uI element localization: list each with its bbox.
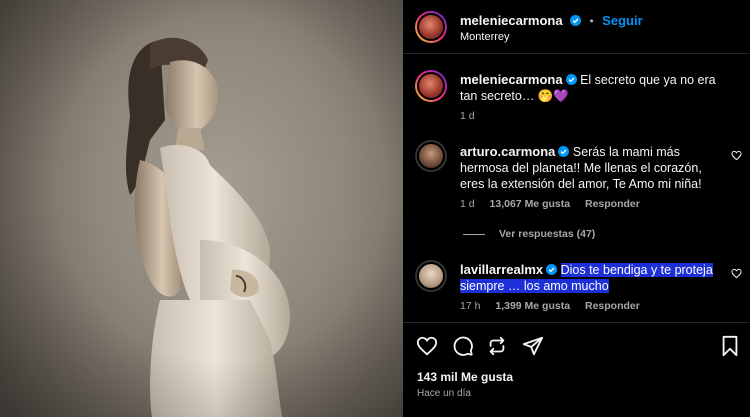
pregnant-woman-photo: [0, 0, 403, 417]
caption-meta: 1 d: [460, 110, 487, 122]
verified-icon: [565, 74, 577, 85]
view-replies-label: Ver respuestas (47): [499, 228, 596, 240]
reply-button[interactable]: Responder: [585, 300, 640, 312]
comment-like-heart-icon[interactable]: [731, 150, 742, 161]
comment-username[interactable]: arturo.carmona: [460, 144, 555, 159]
comment-time[interactable]: 17 h: [460, 300, 480, 312]
comment-likes[interactable]: 13,067 Me gusta: [490, 198, 571, 210]
caption-time[interactable]: 1 d: [460, 110, 475, 122]
share-icon[interactable]: [486, 335, 508, 357]
verified-icon: [558, 146, 570, 157]
post-side-panel: meleniecarmona • Seguir Monterrey meleni…: [403, 0, 750, 417]
verified-icon: [570, 15, 582, 26]
comment-body: arturo.carmona Serás la mami más hermosa…: [460, 144, 725, 192]
comment-like-heart-icon[interactable]: [731, 268, 742, 279]
caption-avatar[interactable]: [415, 70, 447, 102]
action-bar: [403, 322, 750, 368]
comment-likes[interactable]: 1,399 Me gusta: [495, 300, 570, 312]
reply-button[interactable]: Responder: [585, 198, 640, 210]
header-line: meleniecarmona • Seguir: [460, 12, 643, 30]
caption-body: meleniecarmona El secreto que ya no era …: [460, 72, 725, 104]
comment-icon[interactable]: [452, 335, 474, 357]
comment-meta: 17 h 1,399 Me gusta Responder: [460, 300, 652, 312]
author-username[interactable]: meleniecarmona: [460, 13, 563, 28]
caption-username[interactable]: meleniecarmona: [460, 72, 563, 87]
heart-icon[interactable]: [416, 335, 438, 357]
author-avatar[interactable]: [415, 11, 447, 43]
comment-meta: 1 d 13,067 Me gusta Responder: [460, 198, 652, 210]
comment-username[interactable]: lavillarrealmx: [460, 262, 543, 277]
post-header: meleniecarmona • Seguir Monterrey: [403, 0, 750, 54]
post-photo[interactable]: [0, 0, 403, 417]
post-time-ago[interactable]: Hace un día: [417, 388, 471, 399]
replies-divider: [463, 233, 485, 235]
post-location[interactable]: Monterrey: [460, 31, 510, 43]
follow-button[interactable]: Seguir: [602, 13, 642, 28]
send-icon[interactable]: [522, 335, 544, 357]
view-replies-button[interactable]: Ver respuestas (47): [463, 228, 595, 240]
verified-icon: [546, 264, 558, 275]
comment-body: lavillarrealmx Dios te bendiga y te prot…: [460, 262, 725, 294]
commenter-avatar[interactable]: [415, 260, 447, 292]
post-likes-count[interactable]: 143 mil Me gusta: [417, 370, 513, 384]
comment-time[interactable]: 1 d: [460, 198, 475, 210]
separator-dot: •: [589, 14, 594, 28]
bookmark-icon[interactable]: [719, 335, 741, 357]
commenter-avatar[interactable]: [415, 140, 447, 172]
